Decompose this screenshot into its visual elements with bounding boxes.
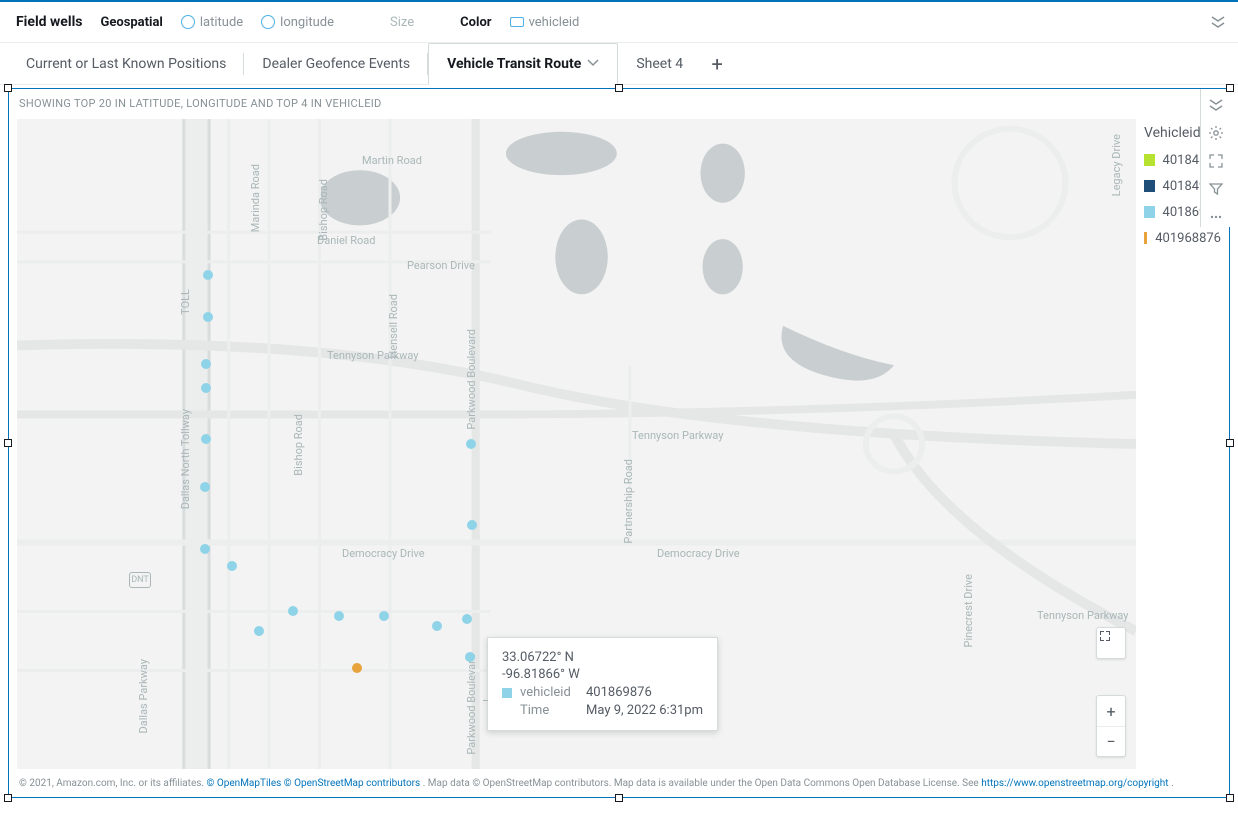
map-data-point[interactable] <box>203 270 213 280</box>
tooltip-vehicle-label: vehicleid <box>520 685 578 700</box>
road-label: Pearson Drive <box>407 259 475 272</box>
road-label: Partnership Road <box>622 459 635 544</box>
road-label: Pinecrest Drive <box>962 574 975 647</box>
road-label: Daniel Road <box>317 234 375 247</box>
add-tab-button[interactable]: + <box>701 52 733 76</box>
road-label: Tennyson Parkway <box>327 349 419 362</box>
geospatial-label: Geospatial <box>100 15 162 30</box>
tooltip-lng: -96.81866° W <box>502 667 703 682</box>
color-label: Color <box>460 15 491 30</box>
zoom-out-button[interactable]: − <box>1097 726 1125 756</box>
map-data-point[interactable] <box>288 606 298 616</box>
map-data-point[interactable] <box>465 652 475 662</box>
road-label: Parkwood Boulevard <box>465 329 478 430</box>
map-data-point[interactable] <box>201 359 211 369</box>
locate-button[interactable] <box>1097 628 1125 658</box>
road-label: Bishop Road <box>292 414 305 476</box>
road-label: Tennyson Parkway <box>1037 609 1129 622</box>
expand-chevron-icon[interactable] <box>1210 16 1226 32</box>
maximize-icon[interactable] <box>1206 151 1226 171</box>
attr-link-openmaptiles[interactable]: © OpenMapTiles <box>207 778 282 789</box>
road-label: Democracy Drive <box>342 547 425 560</box>
more-icon[interactable] <box>1206 207 1226 227</box>
resize-handle-e[interactable] <box>1226 439 1234 447</box>
resize-handle-ne[interactable] <box>1226 84 1234 92</box>
road-label: Legacy Drive <box>1110 134 1123 196</box>
road-label: Bishop Road <box>317 179 330 241</box>
map-data-point[interactable] <box>352 663 362 673</box>
road-label: TOLL <box>179 289 192 315</box>
chevron-down-icon <box>587 56 599 72</box>
map-data-point[interactable] <box>203 312 213 322</box>
visual-options-rail <box>1200 89 1230 227</box>
road-label: Tennyson Parkway <box>632 429 724 442</box>
sheet-tabs: Current or Last Known Positions Dealer G… <box>0 43 1238 85</box>
resize-handle-se[interactable] <box>1226 794 1234 802</box>
gear-icon[interactable] <box>1206 123 1226 143</box>
map-data-point[interactable] <box>334 611 344 621</box>
resize-handle-w[interactable] <box>4 439 12 447</box>
map-data-point[interactable] <box>254 626 264 636</box>
field-latitude[interactable]: latitude <box>181 15 243 30</box>
legend-item[interactable]: 401968876 <box>1144 225 1221 251</box>
field-longitude[interactable]: longitude <box>261 15 334 30</box>
tab-vehicle-transit-route[interactable]: Vehicle Transit Route <box>428 43 618 85</box>
map-zoom-control: + − <box>1096 695 1126 757</box>
dnt-shield-badge: DNT <box>129 572 151 588</box>
map-data-point[interactable] <box>467 520 477 530</box>
map-data-point[interactable] <box>200 544 210 554</box>
map-data-point[interactable] <box>462 614 472 624</box>
map-data-point[interactable] <box>201 434 211 444</box>
resize-handle-nw[interactable] <box>4 84 12 92</box>
tooltip-lat: 33.06722° N <box>502 650 703 665</box>
resize-handle-sw[interactable] <box>4 794 12 802</box>
field-color[interactable]: vehicleid <box>510 15 580 30</box>
visual-caption: SHOWING TOP 20 IN LATITUDE, LONGITUDE AN… <box>9 89 1229 116</box>
map-data-point[interactable] <box>200 482 210 492</box>
latitude-icon <box>181 15 195 29</box>
road-label: Martin Road <box>362 154 422 167</box>
legend-swatch <box>1144 154 1155 166</box>
filter-icon[interactable] <box>1206 179 1226 199</box>
tooltip-time-label: Time <box>520 703 578 718</box>
road-label: Parkwood Boulevard <box>465 654 478 755</box>
size-label: Size <box>390 15 414 30</box>
road-label: Marinda Road <box>249 164 262 232</box>
map-data-point[interactable] <box>201 383 211 393</box>
road-label: Dallas Parkway <box>137 659 150 733</box>
tooltip-swatch <box>502 688 512 698</box>
field-wells-bar[interactable]: Field wells Geospatial latitude longitud… <box>0 0 1238 43</box>
color-swatch-icon <box>510 17 524 27</box>
tab-dealer-geofence[interactable]: Dealer Geofence Events <box>244 43 428 85</box>
tab-sheet-4[interactable]: Sheet 4 <box>618 43 701 85</box>
map-visual[interactable]: SHOWING TOP 20 IN LATITUDE, LONGITUDE AN… <box>8 88 1230 798</box>
road-label: Democracy Drive <box>657 547 740 560</box>
attr-link-osm-contrib[interactable]: © OpenStreetMap contributors <box>284 778 420 789</box>
map-canvas[interactable]: Dallas North Tollway TOLL Martin Road Marin… <box>17 119 1136 769</box>
map-data-point[interactable] <box>227 561 237 571</box>
resize-handle-s[interactable] <box>615 794 623 802</box>
legend-label: 401968876 <box>1155 231 1221 246</box>
map-attribution: © 2021, Amazon.com, Inc. or its affiliat… <box>19 777 1219 791</box>
map-locate-control[interactable] <box>1096 627 1126 659</box>
attr-link-copyright[interactable]: https://www.openstreetmap.org/copyright <box>981 778 1168 789</box>
legend-swatch <box>1144 180 1155 192</box>
legend-swatch <box>1144 206 1155 218</box>
tooltip-vehicle-value: 401869876 <box>586 685 652 700</box>
road-label: Dallas North Tollway <box>179 409 192 509</box>
tab-current-positions[interactable]: Current or Last Known Positions <box>8 43 244 85</box>
map-tooltip: 33.06722° N -96.81866° W vehicleid 40186… <box>487 637 718 731</box>
rail-expand-icon[interactable] <box>1206 95 1226 115</box>
longitude-icon <box>261 15 275 29</box>
resize-handle-n[interactable] <box>615 84 623 92</box>
map-data-point[interactable] <box>432 621 442 631</box>
zoom-in-button[interactable]: + <box>1097 696 1125 726</box>
field-wells-label: Field wells <box>16 14 82 30</box>
map-data-point[interactable] <box>379 611 389 621</box>
map-data-point[interactable] <box>466 439 476 449</box>
legend-swatch <box>1144 232 1147 244</box>
tooltip-time-value: May 9, 2022 6:31pm <box>586 703 703 718</box>
